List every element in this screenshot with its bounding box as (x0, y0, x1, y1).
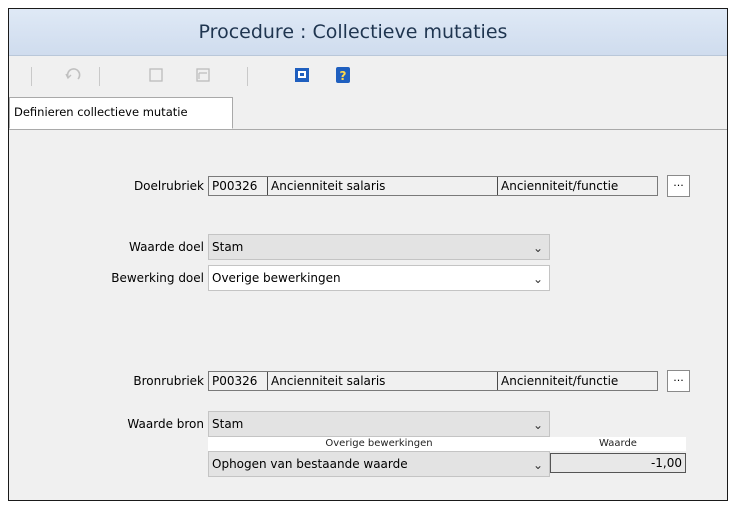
column-header-overige-bewerkingen: Overige bewerkingen (208, 437, 550, 451)
bewerking-doel-value: Overige bewerkingen (212, 271, 341, 285)
waarde-bron-label: Waarde bron (127, 417, 204, 431)
toolbar: ? (9, 56, 727, 96)
waarde-doel-select[interactable]: Stam ⌄ (208, 234, 550, 260)
bewerking-operation-select[interactable]: Ophogen van bestaande waarde ⌄ (208, 451, 550, 477)
tab-strip: Definieren collectieve mutatie (9, 97, 727, 130)
doelrubriek-name: Ancienniteit salaris (271, 179, 386, 193)
procedure-window: Procedure : Collectieve mutaties ? Defin… (8, 8, 728, 501)
chevron-down-icon: ⌄ (532, 241, 543, 255)
bronrubriek-field[interactable]: P00326 Ancienniteit salaris Ancienniteit… (208, 371, 658, 391)
bronrubriek-browse-button[interactable]: ... (667, 370, 690, 392)
waarde-doel-label: Waarde doel (128, 240, 204, 254)
tab-definieren-collectieve-mutatie[interactable]: Definieren collectieve mutatie (9, 97, 233, 129)
bronrubriek-code: P00326 (212, 374, 258, 388)
bronrubriek-label: Bronrubriek (133, 374, 204, 388)
bewerking-operation-value: Ophogen van bestaande waarde (212, 457, 408, 471)
bronrubriek-name: Ancienniteit salaris (271, 374, 386, 388)
waarde-bron-select[interactable]: Stam ⌄ (208, 411, 550, 437)
chevron-down-icon: ⌄ (532, 418, 543, 432)
doelrubriek-type: Ancienniteit/functie (501, 179, 619, 193)
bewerking-doel-select[interactable]: Overige bewerkingen ⌄ (208, 265, 550, 291)
help-icon[interactable]: ? (332, 64, 354, 86)
toolbar-separator (247, 67, 248, 86)
save-icon[interactable] (291, 64, 313, 86)
doelrubriek-browse-button[interactable]: ... (667, 175, 690, 197)
form-panel: Doelrubriek P00326 Ancienniteit salaris … (9, 130, 727, 500)
checkbox-icon[interactable] (145, 64, 167, 86)
bronrubriek-type: Ancienniteit/functie (501, 374, 619, 388)
undo-icon[interactable] (62, 64, 84, 86)
doelrubriek-code: P00326 (212, 179, 258, 193)
title-bar: Procedure : Collectieve mutaties (9, 9, 727, 56)
waarde-doel-value: Stam (212, 240, 244, 254)
chevron-down-icon: ⌄ (532, 272, 543, 286)
waarde-input[interactable]: -1,00 (550, 453, 686, 473)
form-icon[interactable] (192, 64, 214, 86)
bewerking-doel-label: Bewerking doel (111, 271, 204, 285)
waarde-bron-value: Stam (212, 417, 244, 431)
svg-text:?: ? (340, 69, 347, 83)
toolbar-separator (31, 67, 32, 86)
toolbar-separator (99, 67, 100, 86)
doelrubriek-label: Doelrubriek (133, 179, 204, 193)
doelrubriek-field[interactable]: P00326 Ancienniteit salaris Ancienniteit… (208, 176, 658, 196)
window-title: Procedure : Collectieve mutaties (198, 21, 508, 43)
column-header-waarde: Waarde (550, 437, 686, 451)
chevron-down-icon: ⌄ (532, 458, 543, 472)
